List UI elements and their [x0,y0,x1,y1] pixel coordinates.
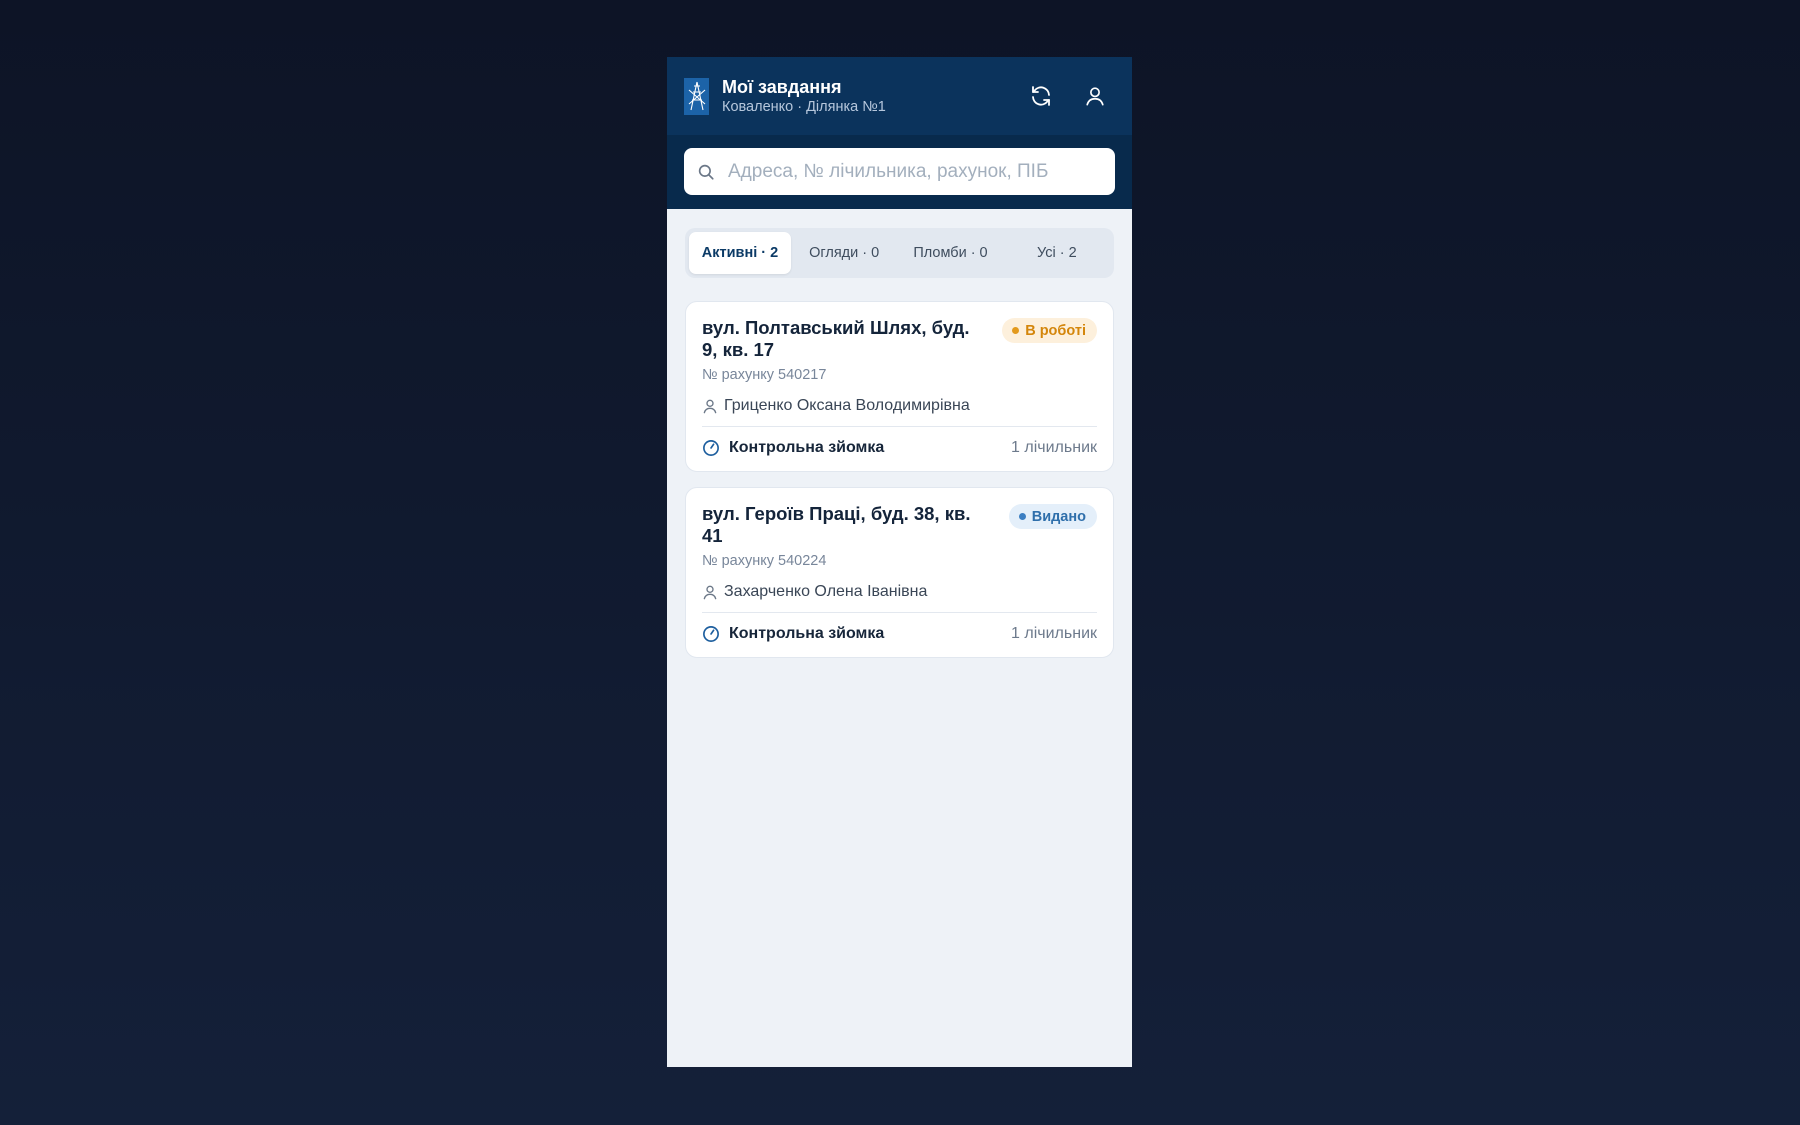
tab-active[interactable]: Активні · 2 [689,232,791,274]
meter-count: 1 лічильник [1011,625,1097,642]
meter-count: 1 лічильник [1011,439,1097,456]
task-type: Контрольна зйомка [729,625,885,642]
task-address: вул. Полтавський Шлях, буд. 9, кв. 17 [702,317,970,360]
task-card[interactable]: вул. Полтавський Шлях, буд. 9, кв. 17 В … [685,301,1114,472]
search-bar [667,135,1132,209]
refresh-button[interactable] [1021,76,1061,116]
tab-seals[interactable]: Пломби · 0 [897,232,1003,274]
task-card-header: вул. Героїв Праці, буд. 38, кв. 41 Видан… [702,503,1097,547]
status-badge: В роботі [1002,318,1097,343]
filter-tabs: Активні · 2 Огляди · 0 Пломби · 0 Усі · … [685,228,1114,278]
profile-button[interactable] [1075,76,1115,116]
user-icon [1086,87,1104,106]
task-type: Контрольна зйомка [729,439,885,456]
search-box[interactable] [684,148,1115,195]
task-card-header: вул. Полтавський Шлях, буд. 9, кв. 17 В … [702,317,1097,361]
tab-all[interactable]: Усі · 2 [1004,232,1110,274]
account-number: № рахунку 540217 [702,367,827,383]
task-type-row: Контрольна зйомка 1 лічильник [702,439,1097,457]
task-card[interactable]: вул. Героїв Праці, буд. 38, кв. 41 Видан… [685,487,1114,658]
divider [702,612,1097,613]
task-type-row: Контрольна зйомка 1 лічильник [702,625,1097,643]
task-address: вул. Героїв Праці, буд. 38, кв. 41 [702,503,971,546]
page-title: Мої завдання [722,77,842,97]
status-label: Видано [1031,508,1086,525]
status-label: В роботі [1025,322,1086,339]
account-number: № рахунку 540224 [702,553,827,569]
customer-row: Гриценко Оксана Володимирівна [702,397,1097,415]
app-bar: Мої завдання Коваленко · Ділянка №1 [667,57,1132,135]
tab-inspections[interactable]: Огляди · 0 [791,232,897,274]
person-icon [703,399,717,414]
main-content: Активні · 2 Огляди · 0 Пломби · 0 Усі · … [667,209,1132,658]
app-screen: Мої завдання Коваленко · Ділянка №1 Адре… [667,57,1132,1067]
customer-row: Захарченко Олена Іванівна [702,583,1097,601]
gauge-icon [703,626,719,642]
person-icon [703,585,717,600]
search-input[interactable] [726,159,1090,184]
divider [702,426,1097,427]
search-icon [698,164,714,180]
customer-name: Захарченко Олена Іванівна [724,583,928,600]
header-titles: Мої завдання Коваленко · Ділянка №1 [722,76,1007,116]
refresh-icon [1032,86,1050,106]
page-subtitle: Коваленко · Ділянка №1 [722,99,886,115]
gauge-icon [703,440,719,456]
customer-name: Гриценко Оксана Володимирівна [724,397,970,414]
power-tower-logo [684,77,709,115]
status-badge: Видано [1008,504,1097,529]
status-dot-icon [1012,327,1020,334]
status-dot-icon [1018,513,1026,520]
